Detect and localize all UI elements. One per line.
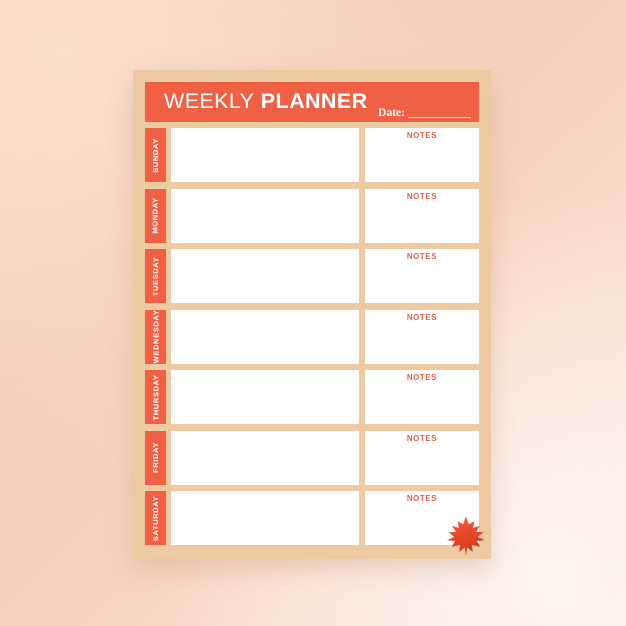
day-entry-box[interactable] <box>171 491 359 545</box>
title-planner-word: PLANNER <box>260 89 368 114</box>
day-tab-friday[interactable]: FRIDAY <box>145 430 166 485</box>
day-label: SATURDAY <box>151 495 161 541</box>
day-label: MONDAY <box>151 197 161 234</box>
notes-label: NOTES <box>406 373 438 382</box>
day-tab-saturday[interactable]: SATURDAY <box>145 491 166 545</box>
title-weekly-word: WEEKLY <box>164 89 255 114</box>
day-tab-tuesday[interactable]: TUESDAY <box>145 249 166 303</box>
notes-box[interactable]: NOTES <box>365 249 479 303</box>
day-entry-box[interactable] <box>171 249 359 303</box>
date-input-line[interactable] <box>408 117 471 118</box>
planner-rows: SUNDAY NOTES MONDAY NOTES TUESDAY NOTES WEDNES… <box>145 122 479 545</box>
page-background: WEEKLY PLANNER Date: SUNDAY NOTES MONDAY NO… <box>0 0 626 626</box>
date-label: Date: <box>378 106 405 119</box>
day-entry-box[interactable] <box>171 128 359 182</box>
day-label: FRIDAY <box>151 442 160 473</box>
day-tab-sunday[interactable]: SUNDAY <box>145 128 166 182</box>
notes-label: NOTES <box>406 433 438 443</box>
notes-label: NOTES <box>406 191 438 201</box>
notes-box[interactable]: NOTES <box>365 491 479 545</box>
day-label: TUESDAY <box>151 256 161 296</box>
notes-box[interactable]: NOTES <box>365 188 479 243</box>
planner-row: THURSDAY NOTES <box>145 370 479 424</box>
notes-box[interactable]: NOTES <box>365 370 479 424</box>
day-entry-box[interactable] <box>171 430 359 485</box>
date-field-group[interactable]: Date: <box>378 106 471 120</box>
notes-box[interactable]: NOTES <box>365 430 479 485</box>
page-title: WEEKLY PLANNER <box>164 91 368 113</box>
day-entry-box[interactable] <box>171 370 359 424</box>
planner-row: TUESDAY NOTES <box>145 249 479 303</box>
weekly-planner-card: WEEKLY PLANNER Date: SUNDAY NOTES MONDAY NO… <box>133 70 491 559</box>
planner-header: WEEKLY PLANNER Date: <box>145 82 479 122</box>
planner-row: WEDNESDAY NOTES <box>145 309 479 364</box>
notes-label: NOTES <box>406 131 438 140</box>
day-tab-wednesday[interactable]: WEDNESDAY <box>145 309 166 364</box>
day-tab-thursday[interactable]: THURSDAY <box>145 370 166 424</box>
notes-box[interactable]: NOTES <box>365 128 479 182</box>
day-entry-box[interactable] <box>171 188 359 243</box>
day-entry-box[interactable] <box>171 309 359 364</box>
day-label: WEDNESDAY <box>151 309 160 364</box>
day-label: THURSDAY <box>151 374 161 420</box>
planner-row: FRIDAY NOTES <box>145 430 479 485</box>
notes-label: NOTES <box>406 252 438 261</box>
notes-label: NOTES <box>406 494 438 503</box>
day-tab-monday[interactable]: MONDAY <box>145 188 166 243</box>
planner-row: SATURDAY NOTES <box>145 491 479 545</box>
planner-row: SUNDAY NOTES <box>145 128 479 182</box>
planner-row: MONDAY NOTES <box>145 188 479 243</box>
notes-label: NOTES <box>406 312 438 322</box>
day-label: SUNDAY <box>151 137 161 173</box>
notes-box[interactable]: NOTES <box>365 309 479 364</box>
